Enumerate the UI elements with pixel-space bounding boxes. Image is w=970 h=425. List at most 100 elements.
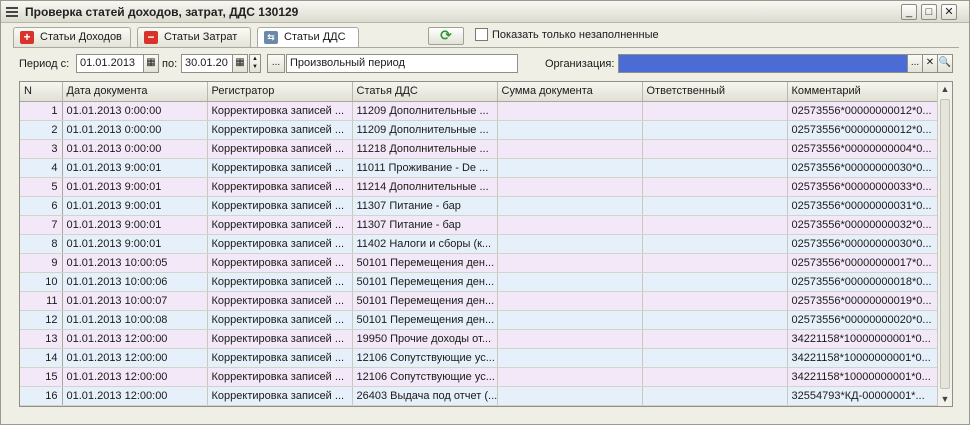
- cell-dds-item[interactable]: 12106 Сопутствующие ус...: [352, 348, 498, 368]
- cell-registrar[interactable]: Корректировка записей ...: [207, 158, 353, 178]
- cell-date[interactable]: 01.01.2013 10:00:07: [62, 291, 208, 311]
- cell-comment[interactable]: 02573556*00000000020*0...: [787, 310, 939, 330]
- cell-amount[interactable]: [497, 234, 643, 254]
- cell-n[interactable]: 13: [20, 329, 63, 349]
- cell-responsible[interactable]: [642, 158, 788, 178]
- cell-responsible[interactable]: [642, 367, 788, 387]
- cell-dds-item[interactable]: 11209 Дополнительные ...: [352, 120, 498, 140]
- cell-date[interactable]: 01.01.2013 9:00:01: [62, 215, 208, 235]
- cell-registrar[interactable]: Корректировка записей ...: [207, 253, 353, 273]
- table-row[interactable]: 9 01.01.2013 10:00:05 Корректировка записе…: [20, 253, 939, 273]
- period-type-field[interactable]: Произвольный период: [286, 54, 518, 73]
- cell-responsible[interactable]: [642, 120, 788, 140]
- cell-dds-item[interactable]: 50101 Перемещения ден...: [352, 291, 498, 311]
- cell-date[interactable]: 01.01.2013 0:00:00: [62, 120, 208, 140]
- cell-comment[interactable]: 02573556*00000000033*0...: [787, 177, 939, 197]
- table-row[interactable]: 15 01.01.2013 12:00:00 Корректировка запис…: [20, 367, 939, 387]
- cell-n[interactable]: 8: [20, 234, 63, 254]
- cell-date[interactable]: 01.01.2013 12:00:00: [62, 348, 208, 368]
- minimize-button[interactable]: _: [901, 4, 917, 20]
- cell-n[interactable]: 15: [20, 367, 63, 387]
- cell-registrar[interactable]: Корректировка записей ...: [207, 234, 353, 254]
- cell-comment[interactable]: 02573556*00000000019*0...: [787, 291, 939, 311]
- period-from-field[interactable]: 01.01.2013: [76, 54, 144, 73]
- cell-amount[interactable]: [497, 196, 643, 216]
- cell-date[interactable]: 01.01.2013 9:00:01: [62, 196, 208, 216]
- cell-responsible[interactable]: [642, 291, 788, 311]
- col-header-date[interactable]: Дата документа: [62, 82, 208, 102]
- cell-n[interactable]: 9: [20, 253, 63, 273]
- table-row[interactable]: 12 01.01.2013 10:00:08 Корректировка запис…: [20, 310, 939, 330]
- cell-amount[interactable]: [497, 310, 643, 330]
- period-select-button[interactable]: ...: [267, 54, 285, 73]
- cell-responsible[interactable]: [642, 234, 788, 254]
- cell-n[interactable]: 3: [20, 139, 63, 159]
- table-row[interactable]: 16 01.01.2013 12:00:00 Корректировка запис…: [20, 386, 939, 406]
- table-row[interactable]: 4 01.01.2013 9:00:01 Корректировка записей…: [20, 158, 939, 178]
- col-header-comment[interactable]: Комментарий: [787, 82, 939, 102]
- cell-responsible[interactable]: [642, 329, 788, 349]
- cell-date[interactable]: 01.01.2013 9:00:01: [62, 234, 208, 254]
- cell-dds-item[interactable]: 11307 Питание - бар: [352, 196, 498, 216]
- cell-date[interactable]: 01.01.2013 12:00:00: [62, 329, 208, 349]
- vertical-scrollbar[interactable]: ▲ ▼: [937, 82, 952, 406]
- cell-dds-item[interactable]: 50101 Перемещения ден...: [352, 310, 498, 330]
- cell-dds-item[interactable]: 11402 Налоги и сборы (к...: [352, 234, 498, 254]
- cell-responsible[interactable]: [642, 272, 788, 292]
- cell-registrar[interactable]: Корректировка записей ...: [207, 120, 353, 140]
- cell-amount[interactable]: [497, 120, 643, 140]
- col-header-dds-item[interactable]: Статья ДДС: [352, 82, 498, 102]
- period-spin-button[interactable]: ▲ ▼: [249, 54, 261, 73]
- menu-icon[interactable]: [6, 7, 18, 17]
- scroll-thumb[interactable]: [940, 99, 950, 389]
- cell-responsible[interactable]: [642, 215, 788, 235]
- search-icon[interactable]: 🔍: [937, 54, 953, 73]
- cell-n[interactable]: 12: [20, 310, 63, 330]
- cell-n[interactable]: 1: [20, 101, 63, 121]
- cell-date[interactable]: 01.01.2013 0:00:00: [62, 139, 208, 159]
- cell-registrar[interactable]: Корректировка записей ...: [207, 215, 353, 235]
- cell-comment[interactable]: 02573556*00000000012*0...: [787, 120, 939, 140]
- cell-registrar[interactable]: Корректировка записей ...: [207, 139, 353, 159]
- cell-dds-item[interactable]: 11307 Питание - бар: [352, 215, 498, 235]
- cell-registrar[interactable]: Корректировка записей ...: [207, 348, 353, 368]
- cell-date[interactable]: 01.01.2013 9:00:01: [62, 177, 208, 197]
- maximize-button[interactable]: □: [921, 4, 937, 20]
- cell-amount[interactable]: [497, 291, 643, 311]
- cell-responsible[interactable]: [642, 196, 788, 216]
- cell-amount[interactable]: [497, 367, 643, 387]
- cell-n[interactable]: 4: [20, 158, 63, 178]
- refresh-button[interactable]: ⟳: [428, 27, 464, 45]
- cell-comment[interactable]: 02573556*00000000018*0...: [787, 272, 939, 292]
- cell-dds-item[interactable]: 11011 Проживание - De ...: [352, 158, 498, 178]
- cell-n[interactable]: 11: [20, 291, 63, 311]
- period-to-field[interactable]: 30.01.20: [181, 54, 233, 73]
- cell-date[interactable]: 01.01.2013 12:00:00: [62, 367, 208, 387]
- org-field[interactable]: [618, 54, 908, 73]
- table-row[interactable]: 11 01.01.2013 10:00:07 Корректировка запис…: [20, 291, 939, 311]
- tab-dds[interactable]: ⇆ Статьи ДДС: [257, 27, 359, 48]
- col-header-n[interactable]: N: [20, 82, 63, 102]
- scroll-down-icon[interactable]: ▼: [938, 392, 952, 406]
- cell-registrar[interactable]: Корректировка записей ...: [207, 177, 353, 197]
- cell-date[interactable]: 01.01.2013 0:00:00: [62, 101, 208, 121]
- close-button[interactable]: ✕: [941, 4, 957, 20]
- table-row[interactable]: 3 01.01.2013 0:00:00 Корректировка записей…: [20, 139, 939, 159]
- cell-registrar[interactable]: Корректировка записей ...: [207, 329, 353, 349]
- cell-comment[interactable]: 02573556*00000000031*0...: [787, 196, 939, 216]
- table-row[interactable]: 8 01.01.2013 9:00:01 Корректировка записей…: [20, 234, 939, 254]
- cell-comment[interactable]: 32554793*КД-00000001*...: [787, 386, 939, 406]
- cell-amount[interactable]: [497, 329, 643, 349]
- cell-date[interactable]: 01.01.2013 10:00:05: [62, 253, 208, 273]
- cell-comment[interactable]: 34221158*10000000001*0...: [787, 367, 939, 387]
- cell-n[interactable]: 2: [20, 120, 63, 140]
- cell-registrar[interactable]: Корректировка записей ...: [207, 272, 353, 292]
- cell-registrar[interactable]: Корректировка записей ...: [207, 310, 353, 330]
- cell-comment[interactable]: 02573556*00000000030*0...: [787, 234, 939, 254]
- cell-dds-item[interactable]: 12106 Сопутствующие ус...: [352, 367, 498, 387]
- cell-responsible[interactable]: [642, 386, 788, 406]
- cell-comment[interactable]: 02573556*00000000017*0...: [787, 253, 939, 273]
- col-header-registrar[interactable]: Регистратор: [207, 82, 353, 102]
- cell-date[interactable]: 01.01.2013 9:00:01: [62, 158, 208, 178]
- cell-dds-item[interactable]: 50101 Перемещения ден...: [352, 272, 498, 292]
